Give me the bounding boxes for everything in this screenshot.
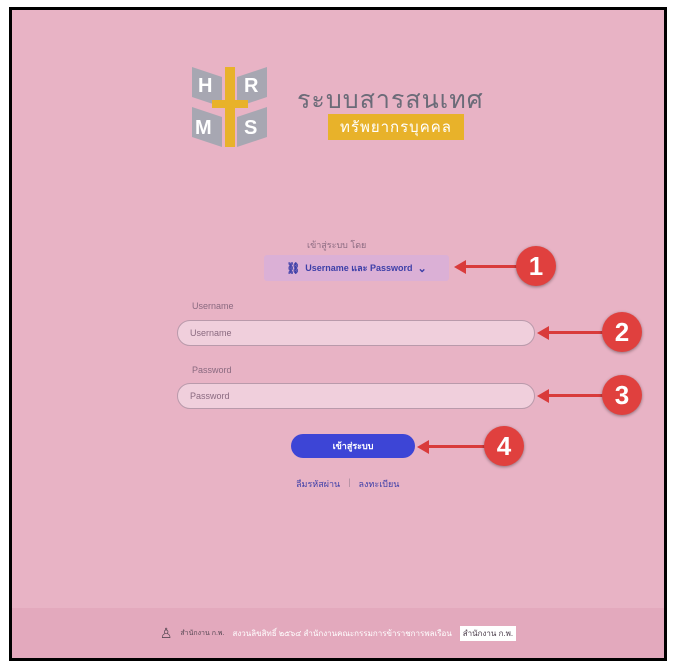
copyright-highlight: สำนักงาน ก.พ. [459, 625, 517, 641]
password-label: Password [192, 365, 232, 375]
app-subtitle: ทรัพยากรบุคคล [328, 114, 464, 140]
auth-links: ลืมรหัสผ่าน | ลงทะเบียน [296, 477, 399, 491]
login-button[interactable]: เข้าสู่ระบบ [291, 434, 415, 458]
svg-text:R: R [244, 75, 259, 97]
password-input[interactable]: Password [177, 383, 535, 409]
step-marker-1: 1 [516, 246, 556, 286]
chevron-down-icon: ⌄ [417, 262, 427, 275]
register-link[interactable]: ลงทะเบียน [359, 477, 400, 491]
office-logo-text: สำนักงาน ก.พ. [180, 629, 225, 637]
step-marker-4: 4 [484, 426, 524, 466]
arrow-2-line [547, 331, 605, 334]
login-method-label: เข้าสู่ระบบ โดย [307, 240, 367, 250]
link-divider: | [348, 477, 351, 487]
svg-text:M: M [195, 117, 212, 139]
arrow-4-line [427, 445, 487, 448]
svg-text:H: H [198, 75, 212, 97]
login-method-value: Username และ Password [305, 263, 413, 273]
link-icon: ⛓ [286, 262, 301, 275]
username-label: Username [192, 301, 234, 311]
brand-header: H R M S ระบบสารสนเทศ ทรัพยากรบุคคล [182, 62, 512, 152]
office-emblem-icon: ♙ [159, 624, 173, 641]
forgot-password-link[interactable]: ลืมรหัสผ่าน [296, 477, 340, 491]
login-method-dropdown[interactable]: ⛓ Username และ Password ⌄ [264, 255, 449, 281]
username-input[interactable]: Username [177, 320, 535, 346]
arrow-3-line [547, 394, 605, 397]
step-marker-2: 2 [602, 312, 642, 352]
svg-text:S: S [244, 117, 257, 139]
login-page: H R M S ระบบสารสนเทศ ทรัพยากรบุคคล เข้าส… [9, 7, 667, 661]
step-marker-3: 3 [602, 375, 642, 415]
arrow-1-line [464, 265, 518, 268]
footer: ♙ สำนักงาน ก.พ. สงวนลิขสิทธิ์ ๒๕๖๔ สำนัก… [12, 608, 664, 658]
hrms-logo: H R M S [192, 67, 267, 147]
copyright-text: สงวนลิขสิทธิ์ ๒๕๖๔ สำนักงานคณะกรรมการข้า… [232, 628, 452, 638]
